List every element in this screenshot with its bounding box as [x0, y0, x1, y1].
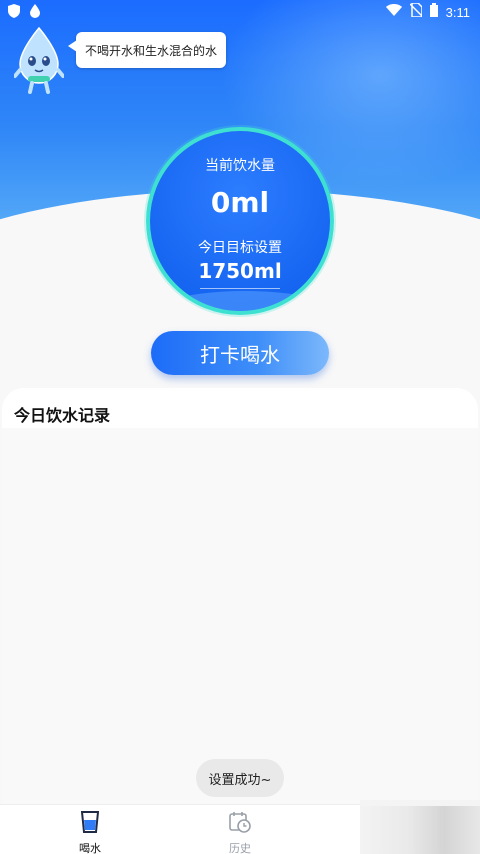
- records-list[interactable]: [2, 428, 478, 808]
- nav-tab-history-label: 历史: [229, 842, 251, 854]
- no-sim-icon: [409, 2, 423, 21]
- wifi-icon: [385, 4, 402, 20]
- tip-speech-bubble: 不喝开水和生水混合的水: [68, 32, 226, 68]
- status-left-icons: [8, 4, 40, 22]
- tip-text: 不喝开水和生水混合的水: [84, 43, 217, 58]
- target-underline: [200, 288, 280, 289]
- battery-icon: [429, 3, 438, 21]
- bottom-navigation: 喝水 历史: [0, 804, 360, 854]
- current-intake-label: 当前饮水量: [205, 158, 275, 174]
- app-screen: 3:11 不喝开水和生水混合的水 当前饮水量 0ml 今日目标设置 1750ml…: [0, 0, 480, 854]
- shield-icon: [8, 4, 20, 22]
- water-drop-mascot-icon[interactable]: [13, 26, 65, 94]
- screen-corner-shadow: [360, 800, 480, 854]
- status-time: 3:11: [445, 4, 470, 20]
- current-intake-value: 0ml: [210, 186, 270, 219]
- toast-message: 设置成功~: [196, 759, 284, 797]
- nav-tab-drink[interactable]: 喝水: [60, 811, 120, 854]
- today-records-card: 今日饮水记录: [2, 388, 478, 808]
- water-meter-circle: 当前饮水量 0ml 今日目标设置 1750ml: [146, 127, 334, 315]
- checkin-drink-button[interactable]: 打卡喝水: [151, 331, 329, 375]
- meter-wave: [150, 291, 330, 311]
- toast-text: 设置成功~: [208, 772, 272, 788]
- nav-tab-drink-label: 喝水: [79, 842, 101, 854]
- status-bar: 3:11: [0, 0, 480, 24]
- daily-target-value[interactable]: 1750ml: [150, 259, 330, 283]
- records-title: 今日饮水记录: [14, 406, 111, 425]
- nav-tab-history[interactable]: 历史: [210, 811, 270, 854]
- water-drop-icon: [30, 4, 40, 22]
- calendar-clock-icon: [229, 811, 251, 837]
- status-right-icons: 3:11: [385, 2, 470, 21]
- daily-target-label[interactable]: 今日目标设置: [150, 237, 330, 257]
- water-glass-icon: [80, 811, 100, 837]
